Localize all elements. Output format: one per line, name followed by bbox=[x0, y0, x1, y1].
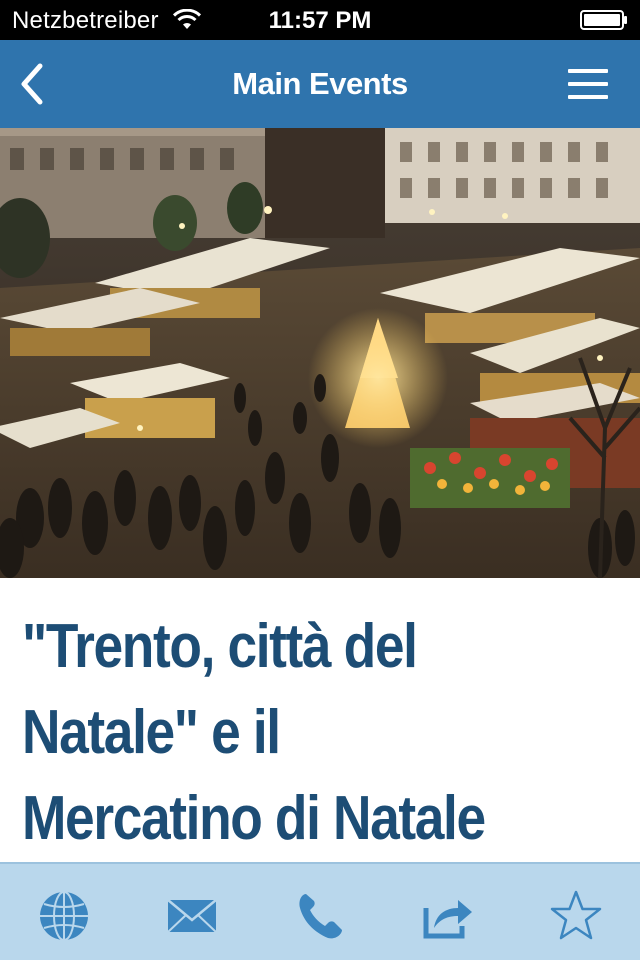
tab-bar bbox=[0, 862, 640, 960]
share-icon[interactable] bbox=[420, 888, 476, 944]
screen: Netzbetreiber 11:57 PM Main Events "Tren… bbox=[0, 0, 640, 960]
phone-icon[interactable] bbox=[292, 888, 348, 944]
navigation-bar: Main Events bbox=[0, 40, 640, 128]
star-icon[interactable] bbox=[548, 888, 604, 944]
article-image bbox=[0, 128, 640, 578]
chevron-left-icon bbox=[21, 63, 43, 105]
battery-icon bbox=[580, 10, 627, 30]
hamburger-menu-icon[interactable] bbox=[568, 67, 610, 101]
mail-icon[interactable] bbox=[164, 888, 220, 944]
clock: 11:57 PM bbox=[268, 7, 372, 34]
christmas-market-photo bbox=[0, 128, 640, 578]
article-title: "Trento, città del Natale" e il Mercatin… bbox=[22, 612, 486, 853]
globe-icon[interactable] bbox=[36, 888, 92, 944]
back-button[interactable] bbox=[14, 60, 54, 108]
page-title: Main Events bbox=[232, 66, 408, 101]
status-bar: Netzbetreiber 11:57 PM bbox=[0, 0, 640, 40]
